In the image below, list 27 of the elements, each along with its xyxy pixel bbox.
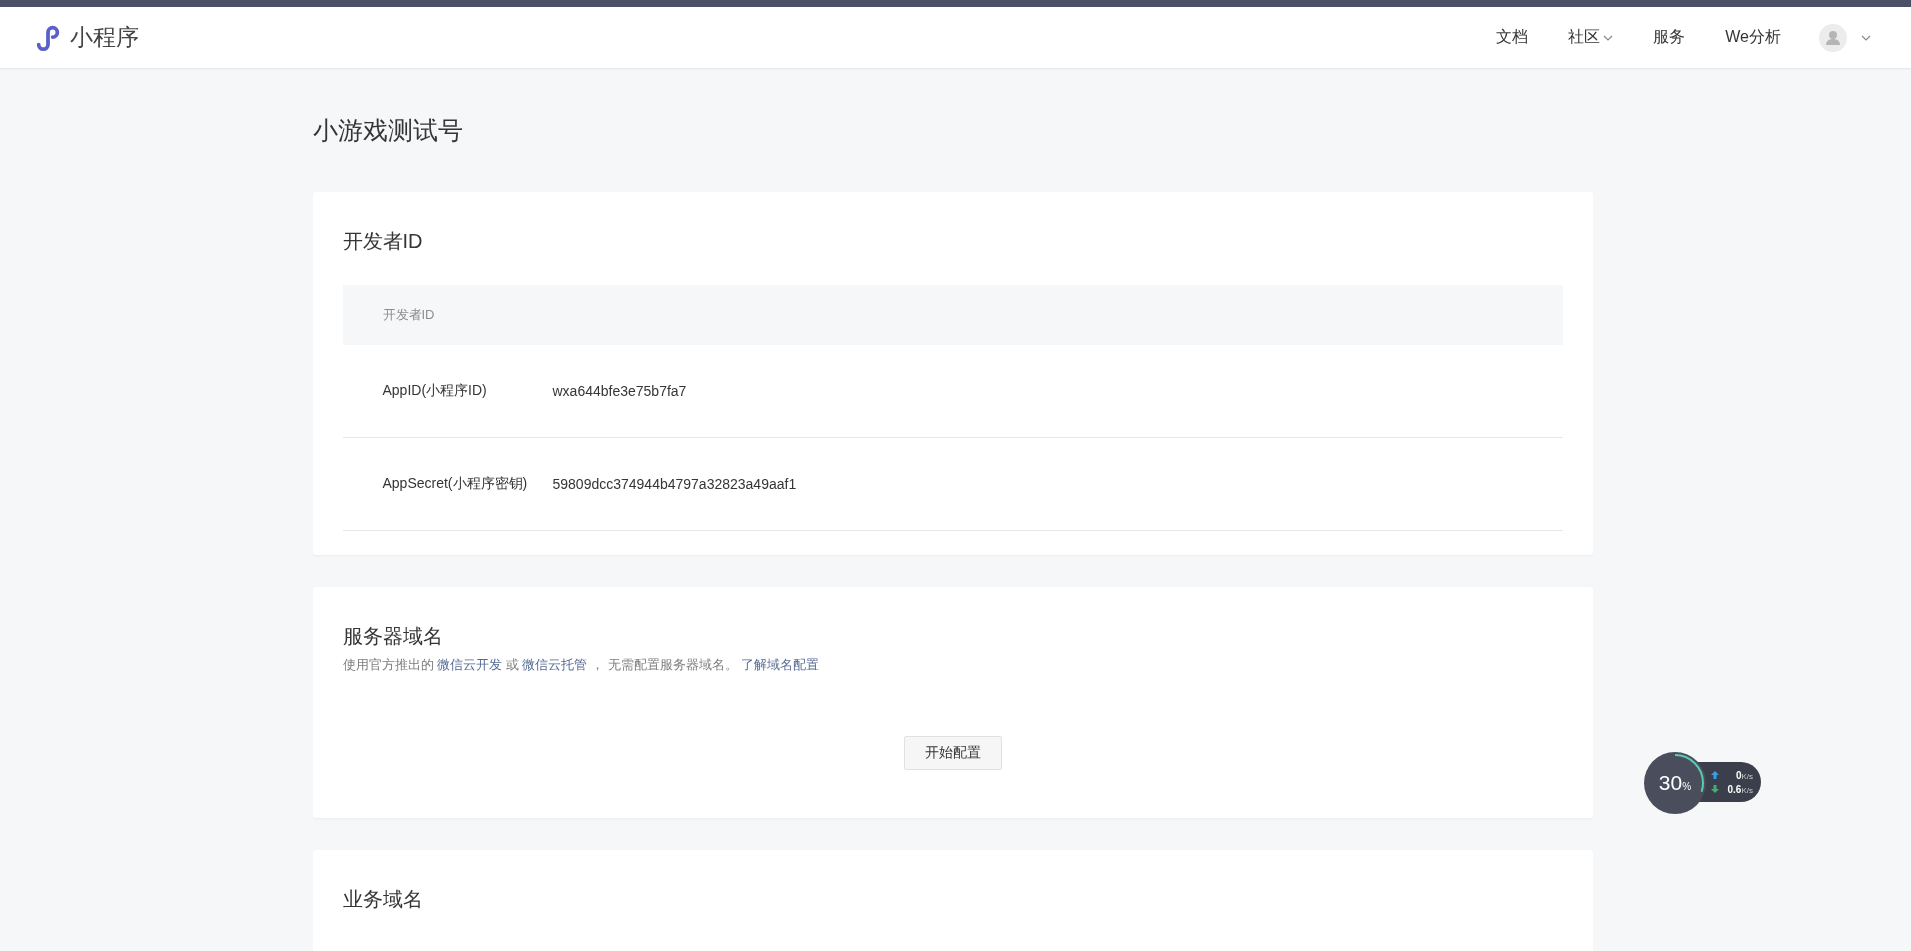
row-value: 59809dcc374944b4797a32823a49aaf1	[552, 476, 797, 492]
download-rate: 0.6K/s	[1727, 783, 1753, 795]
row-label: AppSecret(小程序密钥)	[382, 475, 529, 493]
section-title: 业务域名	[342, 887, 424, 912]
logo-icon[interactable]	[34, 23, 62, 52]
usage-percent: 30%	[1657, 770, 1693, 796]
row-label: AppID(小程序ID)	[382, 382, 488, 400]
section-title: 开发者ID	[342, 229, 424, 254]
link[interactable]: 微信云开发	[437, 657, 503, 672]
start-config-button[interactable]: 开始配置	[903, 736, 1002, 770]
upload-rate: 0K/s	[1735, 769, 1753, 781]
nav-link[interactable]: 文档	[1496, 27, 1529, 48]
description: 使用官方推出的 微信云开发 或 微信云托管 ， 无需配置服务器域名。 了解域名配置	[342, 656, 821, 674]
nav-link[interactable]: We分析	[1725, 27, 1781, 48]
link[interactable]: 微信云托管	[522, 657, 588, 672]
column-header: 开发者ID	[382, 306, 435, 324]
section-title: 服务器域名	[342, 624, 444, 649]
page-title: 小游戏测试号	[312, 115, 464, 146]
avatar-icon[interactable]	[1819, 23, 1847, 52]
nav-link[interactable]: 社区	[1568, 27, 1614, 48]
download-icon	[1711, 785, 1719, 793]
link[interactable]: 了解域名配置	[741, 657, 820, 672]
caret-icon[interactable]	[1861, 34, 1871, 41]
row-value: wxa644bfe3e75b7fa7	[552, 383, 687, 399]
nav-link[interactable]: 服务	[1653, 27, 1686, 48]
upload-icon	[1711, 771, 1719, 779]
app-name: 小程序	[70, 23, 139, 52]
